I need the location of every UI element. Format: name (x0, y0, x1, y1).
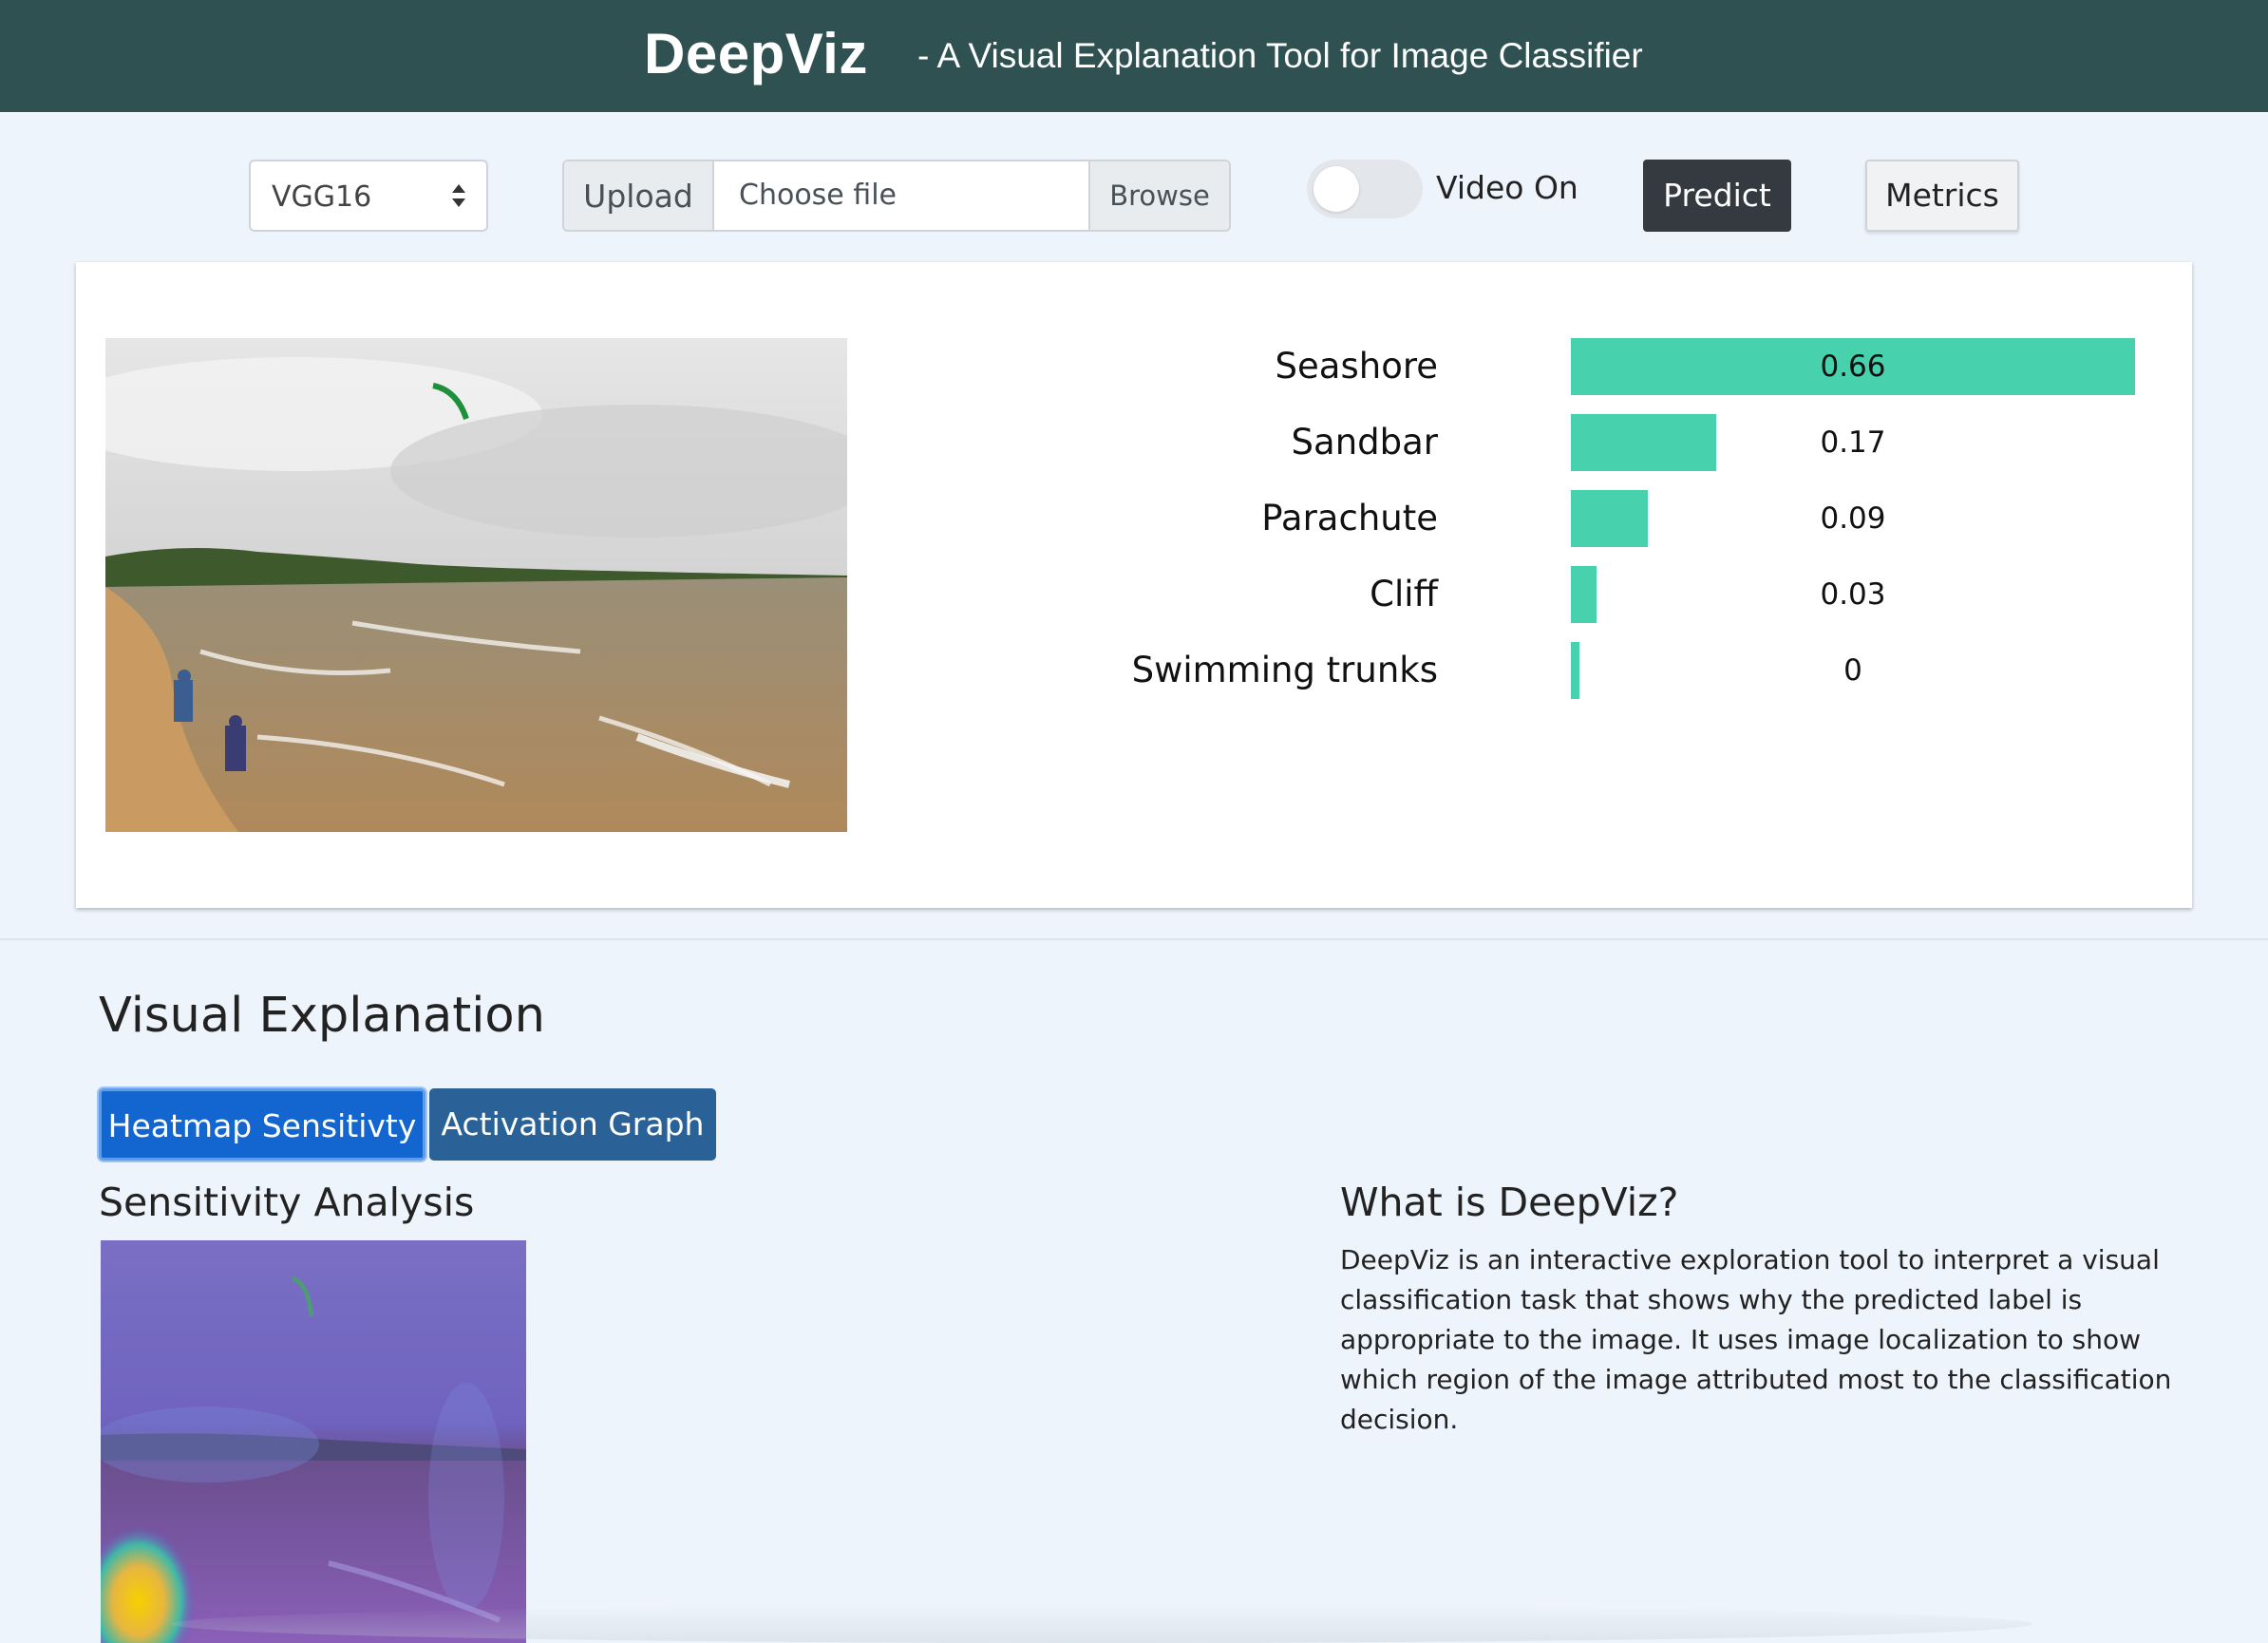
prediction-bar (1571, 414, 1716, 471)
video-toggle-label: Video On (1436, 169, 1578, 206)
brand-title: DeepViz (644, 22, 868, 85)
section-divider (0, 938, 2268, 940)
prediction-value: 0 (1843, 653, 1862, 688)
section-title: Visual Explanation (99, 988, 545, 1044)
model-select-value: VGG16 (272, 180, 372, 214)
prediction-label: Cliff (1370, 574, 1438, 614)
upload-label: Upload (564, 161, 714, 230)
prediction-bar (1571, 566, 1597, 623)
app-header: DeepViz - A Visual Explanation Tool for … (0, 0, 2268, 112)
prediction-label: Seashore (1275, 346, 1438, 387)
prediction-value: 0.17 (1820, 425, 1886, 460)
prediction-label: Swimming trunks (1131, 650, 1438, 690)
about-text: DeepViz is an interactive exploration to… (1340, 1244, 2172, 1435)
prediction-value: 0.09 (1820, 501, 1886, 536)
sort-arrows-icon (452, 182, 465, 211)
toggle-knob (1314, 166, 1359, 212)
prediction-label: Parachute (1261, 498, 1438, 538)
file-input[interactable]: Choose file (739, 179, 897, 212)
prediction-bar (1571, 490, 1648, 547)
prediction-bar (1571, 642, 1579, 699)
prediction-value: 0.03 (1820, 577, 1886, 612)
prediction-card: Seashore 0.66 Sandbar 0.17 Parachute 0.09 Clif… (76, 262, 2192, 908)
tab-activation-graph[interactable]: Activation Graph (429, 1088, 716, 1161)
prediction-label: Sandbar (1291, 422, 1438, 463)
brand-tagline: - A Visual Explanation Tool for Image Cl… (917, 36, 1643, 75)
model-select[interactable]: VGG16 (249, 160, 488, 232)
about-title: What is DeepViz? (1340, 1180, 1679, 1225)
sensitivity-title: Sensitivity Analysis (99, 1180, 475, 1225)
predict-button[interactable]: Predict (1643, 160, 1791, 232)
video-toggle[interactable] (1307, 160, 1423, 218)
prediction-value: 0.66 (1820, 349, 1886, 384)
metrics-button[interactable]: Metrics (1865, 160, 2019, 232)
bottom-shadow (171, 1605, 2032, 1643)
tab-heatmap-sensitivity[interactable]: Heatmap Sensitivty (99, 1088, 425, 1161)
input-image (105, 338, 847, 832)
heatmap-image (101, 1240, 526, 1643)
file-upload-group[interactable]: Upload Choose file Browse (562, 160, 1231, 232)
browse-button[interactable]: Browse (1088, 161, 1229, 230)
